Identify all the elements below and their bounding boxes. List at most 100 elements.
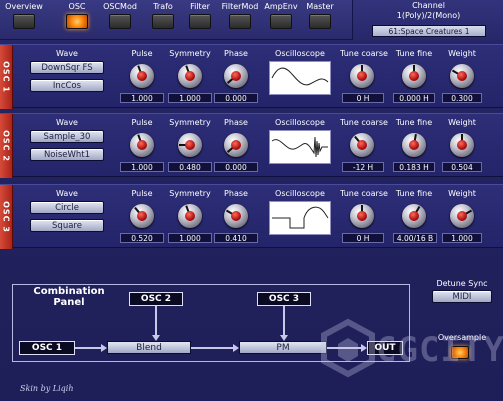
osc2-wave-b-selector[interactable]: NoiseWht1 (30, 148, 104, 161)
combo-osc2-node[interactable]: OSC 2 (129, 292, 183, 306)
tab-ampenv[interactable]: AmpEnv (263, 2, 299, 29)
osc1-tune-coarse-knob[interactable] (350, 64, 374, 88)
osc2-symmetry-label: Symmetry (169, 118, 211, 127)
osc1-weight-knob[interactable] (450, 64, 474, 88)
osc1-pulse-label: Pulse (131, 49, 153, 58)
cube-logo-icon (321, 318, 375, 378)
osc1-weight-label: Weight (448, 49, 476, 58)
osc3-waveform-icon (272, 206, 329, 229)
tab-osc[interactable]: OSC (62, 2, 92, 29)
osc2-wave-label: Wave (56, 118, 78, 127)
wire-blend-to-pm (191, 347, 237, 349)
osc1-symmetry-readout: 1.000 (168, 93, 212, 103)
osc2-pulse-readout: 1.000 (120, 162, 164, 172)
osc3-weight-readout: 1.000 (442, 233, 482, 243)
tab-filtermod-label: FilterMod (221, 2, 259, 11)
watermark-text: CGCITY (376, 330, 503, 370)
osc2-oscilloscope-display (269, 130, 331, 164)
osc1-oscilloscope-display (269, 61, 331, 95)
combo-osc3-node[interactable]: OSC 3 (257, 292, 311, 306)
osc2-side-tab[interactable]: OSC 2 (0, 114, 13, 178)
tab-ampenv-label: AmpEnv (264, 2, 298, 11)
channel-section: Channel 1(Poly)/2(Mono) 61:Space Creatur… (352, 0, 503, 40)
osc1-waveform-icon (271, 67, 329, 86)
osc2-weight-knob[interactable] (450, 133, 474, 157)
osc2-pulse-label: Pulse (131, 118, 153, 127)
osc3-wave-a-selector[interactable]: Circle (30, 201, 104, 214)
osc3-pulse-knob[interactable] (130, 204, 154, 228)
tab-trafo[interactable]: Trafo (148, 2, 178, 29)
tab-trafo-led-icon (152, 14, 174, 29)
tab-master[interactable]: Master (303, 2, 337, 29)
tab-filter-label: Filter (190, 2, 210, 11)
osc2-phase-knob[interactable] (224, 133, 248, 157)
tab-overview[interactable]: Overview (4, 2, 44, 29)
watermark-logo: CGCITY (318, 318, 503, 380)
osc3-symmetry-knob[interactable] (178, 204, 202, 228)
osc3-oscilloscope-label: Oscilloscope (275, 189, 325, 198)
tab-master-label: Master (306, 2, 334, 11)
osc3-phase-knob[interactable] (224, 204, 248, 228)
osc1-symmetry-knob[interactable] (178, 64, 202, 88)
osc3-oscilloscope-display (269, 201, 331, 235)
tab-filtermod-led-icon (229, 14, 251, 29)
tab-ampenv-led-icon (270, 14, 292, 29)
channel-mode-value[interactable]: 1(Poly)/2(Mono) (353, 11, 503, 20)
detune-sync-label: Detune Sync (436, 279, 488, 288)
detune-sync-selector[interactable]: MIDI (432, 290, 492, 303)
osc2-weight-label: Weight (448, 118, 476, 127)
osc2-symmetry-readout: 0.480 (168, 162, 212, 172)
osc1-tune-fine-readout: 0.000 H (393, 93, 435, 103)
osc1-weight-readout: 0.300 (442, 93, 482, 103)
osc2-tune-coarse-label: Tune coarse (340, 118, 388, 127)
tab-osc-label: OSC (68, 2, 86, 11)
combo-blend-node[interactable]: Blend (107, 341, 191, 354)
arrow-right-icon (233, 344, 239, 352)
osc3-pulse-label: Pulse (131, 189, 153, 198)
osc2-symmetry-knob[interactable] (178, 133, 202, 157)
osc3-wave-label: Wave (56, 189, 78, 198)
combo-pm-node[interactable]: PM (239, 341, 327, 354)
osc1-side-tab[interactable]: OSC 1 (0, 45, 13, 109)
osc3-side-tab[interactable]: OSC 3 (0, 185, 13, 249)
tab-filter[interactable]: Filter (185, 2, 215, 29)
osc2-pulse-knob[interactable] (130, 133, 154, 157)
preset-selector[interactable]: 61:Space Creatures 1 (372, 25, 486, 37)
osc3-wave-b-selector[interactable]: Square (30, 219, 104, 232)
osc1-wave-b-selector[interactable]: IncCos (30, 79, 104, 92)
tab-oscmod-led-icon (109, 14, 131, 29)
tab-trafo-label: Trafo (153, 2, 173, 11)
osc1-phase-label: Phase (224, 49, 248, 58)
osc1-tune-coarse-readout: 0 H (342, 93, 384, 103)
osc1-wave-a-selector[interactable]: DownSqr FS (30, 61, 104, 74)
osc3-tune-fine-readout: 4.00/16 B (393, 233, 437, 243)
osc1-phase-knob[interactable] (224, 64, 248, 88)
osc2-phase-readout: 0.000 (214, 162, 258, 172)
osc3-weight-knob[interactable] (450, 204, 474, 228)
tab-osc-led-icon (66, 14, 88, 29)
osc2-tune-fine-knob[interactable] (402, 133, 426, 157)
osc1-pulse-knob[interactable] (130, 64, 154, 88)
osc2-tune-coarse-knob[interactable] (350, 133, 374, 157)
tab-oscmod-label: OSCMod (103, 2, 137, 11)
skin-credit: Skin by Liqih (20, 384, 74, 393)
combo-osc1-node[interactable]: OSC 1 (19, 341, 75, 355)
tab-overview-led-icon (13, 14, 35, 29)
osc3-tune-coarse-readout: 0 H (342, 233, 384, 243)
osc3-pulse-readout: 0.520 (120, 233, 164, 243)
osc2-oscilloscope-label: Oscilloscope (275, 118, 325, 127)
osc3-tune-fine-knob[interactable] (402, 204, 426, 228)
osc3-symmetry-label: Symmetry (169, 189, 211, 198)
osc1-tune-fine-knob[interactable] (402, 64, 426, 88)
osc3-tune-coarse-knob[interactable] (350, 204, 374, 228)
osc2-tune-fine-readout: 0.183 H (393, 162, 435, 172)
osc2-tune-fine-label: Tune fine (395, 118, 433, 127)
osc3-phase-readout: 0.410 (214, 233, 258, 243)
osc2-wave-a-selector[interactable]: Sample_30 (30, 130, 104, 143)
tab-oscmod[interactable]: OSCMod (100, 2, 140, 29)
osc3-panel: OSC 3 Wave Circle Square Pulse 0.520 Sym… (0, 184, 503, 249)
osc2-phase-label: Phase (224, 118, 248, 127)
channel-label: Channel (412, 1, 445, 10)
tab-filtermod[interactable]: FilterMod (220, 2, 260, 29)
wire-osc2-to-blend (155, 306, 157, 337)
